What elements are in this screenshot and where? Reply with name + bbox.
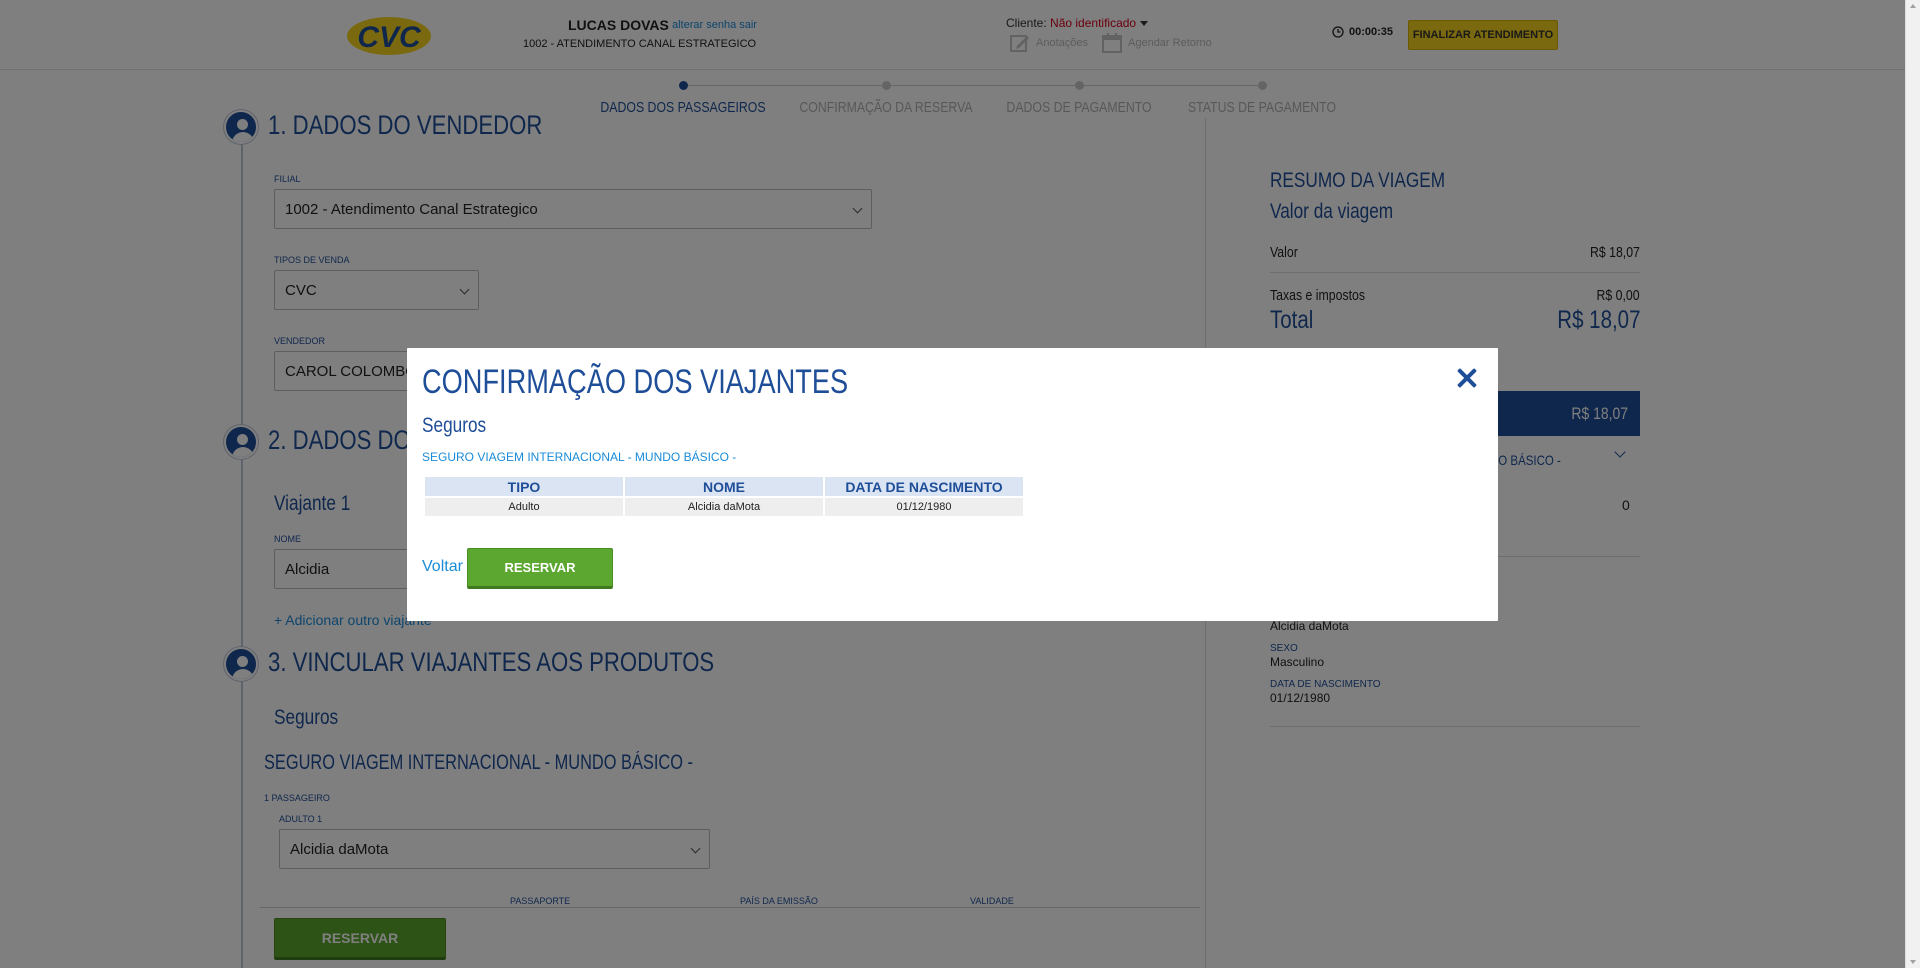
confirm-travelers-modal: CONFIRMAÇÃO DOS VIAJANTES Seguros SEGURO… [407, 348, 1498, 621]
back-link[interactable]: Voltar [422, 558, 463, 576]
modal-product: SEGURO VIAGEM INTERNACIONAL - MUNDO BÁSI… [422, 450, 737, 464]
col-data-nascimento: DATA DE NASCIMENTO [825, 477, 1023, 496]
table-row: Adulto Alcidia daMota 01/12/1980 [425, 498, 1023, 516]
cell-nome: Alcidia daMota [625, 498, 823, 516]
table-header-row: TIPO NOME DATA DE NASCIMENTO [425, 477, 1023, 496]
cell-tipo: Adulto [425, 498, 623, 516]
cell-data-nascimento: 01/12/1980 [825, 498, 1023, 516]
reserve-button[interactable]: RESERVAR [467, 548, 613, 589]
modal-category: Seguros [422, 414, 487, 437]
page-scrollbar[interactable] [1905, 0, 1920, 968]
scroll-up-icon[interactable] [1910, 4, 1916, 8]
travelers-table: TIPO NOME DATA DE NASCIMENTO Adulto Alci… [423, 475, 1025, 518]
col-nome: NOME [625, 477, 823, 496]
scroll-down-icon[interactable] [1910, 960, 1916, 964]
col-tipo: TIPO [425, 477, 623, 496]
close-icon[interactable] [1452, 363, 1482, 393]
modal-title: CONFIRMAÇÃO DOS VIAJANTES [422, 363, 849, 401]
